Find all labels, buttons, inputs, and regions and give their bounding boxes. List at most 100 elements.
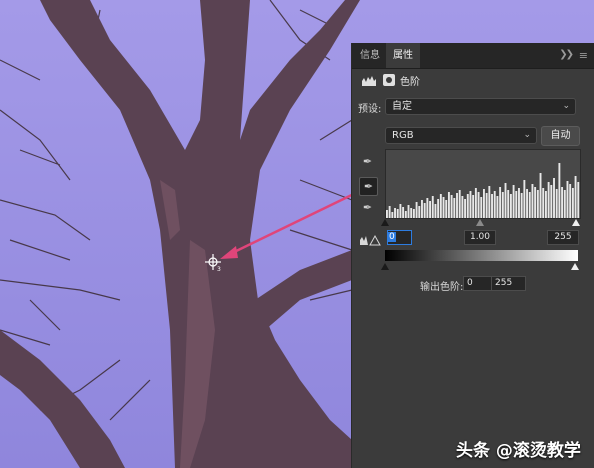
histogram-bar	[399, 204, 402, 218]
histogram-bar	[536, 190, 539, 218]
histogram-bar	[412, 209, 415, 218]
chevron-down-icon: ⌄	[562, 101, 570, 111]
tab-info[interactable]: 信息	[360, 43, 380, 68]
histogram-bar	[531, 184, 534, 218]
histogram-bar	[518, 188, 520, 218]
histogram-bar	[458, 190, 461, 218]
histogram-bar	[469, 191, 472, 218]
levels-adjustment-icon	[362, 76, 376, 86]
histogram-bar	[453, 198, 456, 218]
hamburger-menu-icon[interactable]: ≡	[579, 49, 588, 62]
input-black-slider[interactable]	[381, 219, 389, 226]
histogram-bar	[501, 192, 504, 218]
histogram-bar	[483, 189, 485, 218]
histogram-bar	[571, 188, 574, 218]
histogram-bar	[394, 208, 396, 218]
histogram-bar	[464, 199, 467, 218]
histogram-bar	[547, 182, 550, 218]
histogram-bar	[429, 201, 431, 218]
panel-tab-bar: 信息 属性 ❯❯ ≡	[352, 43, 594, 69]
input-gamma-slider[interactable]	[476, 219, 484, 226]
histogram-bar	[534, 187, 537, 218]
chevron-down-icon: ⌄	[523, 130, 531, 140]
input-white-slider[interactable]	[572, 219, 580, 226]
histogram-bar	[496, 196, 499, 218]
histogram-bar	[431, 196, 434, 218]
output-white-field[interactable]: 255	[491, 276, 526, 291]
tab-properties[interactable]: 属性	[386, 43, 420, 68]
input-black-field[interactable]: 0	[387, 230, 412, 245]
histogram-bar	[515, 191, 518, 218]
histogram-bar	[439, 194, 442, 218]
histogram-bar	[574, 176, 577, 218]
properties-panel: 信息 属性 ❯❯ ≡ 色阶 预设: 自定 ⌄ RGB ⌄ 自动 ✒ ✒ ✒ 0 …	[352, 43, 594, 468]
histogram-bar	[434, 204, 437, 218]
histogram-bar	[474, 188, 477, 218]
gray-eyedropper-icon[interactable]: ✒	[359, 177, 378, 196]
output-white-slider[interactable]	[571, 263, 579, 270]
double-chevron-right-icon[interactable]: ❯❯	[559, 49, 574, 60]
input-gamma-field[interactable]: 1.00	[464, 230, 496, 245]
adjustment-title: 色阶	[400, 77, 420, 88]
histogram-bar	[477, 192, 480, 218]
histogram-bar	[523, 180, 526, 218]
svg-text:3: 3	[217, 266, 221, 273]
histogram-bar	[421, 200, 423, 218]
histogram-bar	[488, 186, 491, 218]
input-white-field[interactable]: 255	[547, 230, 579, 245]
black-eyedropper-icon[interactable]: ✒	[359, 153, 376, 170]
histogram-bar	[558, 163, 561, 218]
histogram-bar	[423, 203, 426, 218]
white-eyedropper-icon[interactable]: ✒	[359, 199, 376, 216]
histogram-bar	[450, 195, 453, 218]
histogram-bar	[512, 185, 515, 218]
histogram-bar	[415, 202, 418, 218]
histogram-bar	[561, 187, 564, 218]
histogram-bar	[499, 187, 502, 218]
preset-value: 自定	[392, 101, 412, 112]
histogram-bar	[493, 191, 496, 218]
histogram-bar	[402, 207, 405, 218]
histogram-bar	[456, 193, 458, 218]
histogram-bar	[539, 173, 542, 218]
histogram-bar	[466, 194, 469, 218]
histogram-bar	[485, 193, 488, 218]
histogram-bar	[480, 197, 483, 218]
histogram-bar	[550, 185, 553, 218]
clipping-warning-icon[interactable]	[359, 234, 381, 246]
histogram-bar	[418, 206, 421, 218]
output-black-field[interactable]: 0	[463, 276, 492, 291]
histogram-bar	[509, 194, 512, 218]
histogram-bar	[520, 193, 523, 218]
histogram-bar	[566, 181, 569, 218]
channel-value: RGB	[392, 130, 414, 141]
histogram-bar	[404, 211, 407, 218]
histogram	[385, 149, 581, 219]
histogram-bar	[447, 192, 450, 218]
mask-icon[interactable]	[383, 74, 395, 86]
output-black-slider[interactable]	[381, 263, 389, 270]
histogram-bar	[526, 189, 528, 218]
histogram-bar	[472, 195, 475, 218]
histogram-bar	[491, 194, 493, 218]
histogram-bar	[504, 183, 507, 218]
histogram-bar	[528, 192, 531, 218]
histogram-bar	[563, 190, 566, 218]
histogram-bar	[407, 205, 410, 218]
histogram-bar	[555, 189, 558, 218]
histogram-bar	[386, 210, 388, 218]
histogram-bar	[577, 182, 580, 218]
histogram-bar	[410, 208, 413, 218]
histogram-bar	[445, 200, 448, 218]
histogram-bar	[426, 198, 429, 218]
channel-select[interactable]: RGB ⌄	[385, 127, 537, 144]
histogram-bar	[437, 199, 440, 218]
auto-button[interactable]: 自动	[541, 126, 580, 146]
histogram-bar	[544, 191, 547, 218]
histogram-bar	[442, 197, 445, 218]
histogram-bar	[507, 190, 510, 218]
watermark: 头条 @滚烫教学	[456, 441, 581, 461]
input-black-value: 0	[388, 232, 396, 242]
preset-select[interactable]: 自定 ⌄	[385, 98, 576, 115]
preset-label: 预设:	[358, 104, 382, 115]
